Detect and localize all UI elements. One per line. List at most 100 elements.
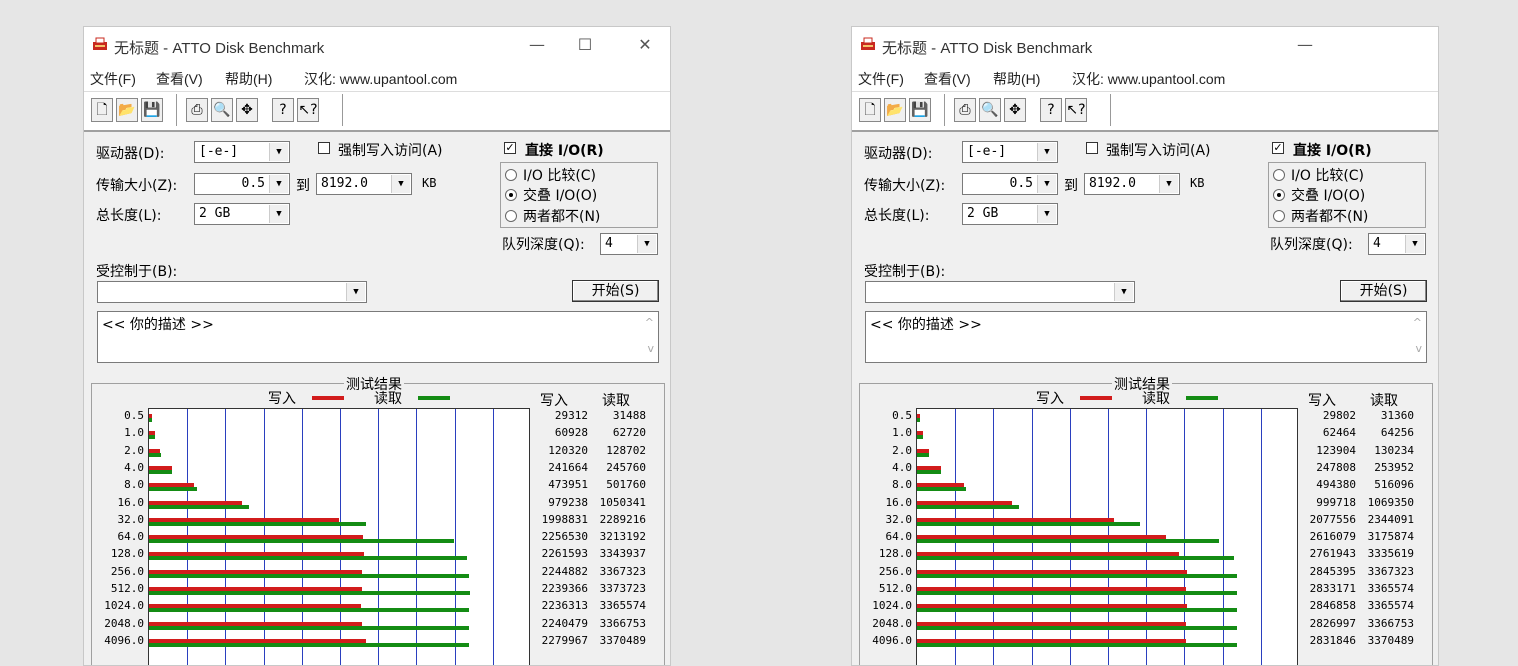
- legend-write-label: 写入: [268, 391, 296, 407]
- description-textarea[interactable]: << 你的描述 >> ^ v: [97, 311, 659, 363]
- open-folder-icon[interactable]: 📂: [116, 98, 138, 122]
- y-tick-label: 8.0: [124, 478, 144, 492]
- save-icon[interactable]: 💾: [909, 98, 931, 122]
- y-tick-label: 4096.0: [104, 633, 144, 647]
- total-length-select[interactable]: 2 GB ▼: [194, 203, 290, 225]
- write-value: 60928: [554, 426, 588, 440]
- queue-depth-select[interactable]: 4 ▼: [600, 233, 658, 255]
- total-length-value: 2 GB: [199, 206, 231, 221]
- help-icon[interactable]: ?: [272, 98, 294, 122]
- transfer-to-select[interactable]: 8192.0 ▼: [1084, 173, 1180, 195]
- context-help-icon[interactable]: ↖?: [297, 98, 319, 122]
- read-value: 3343937: [599, 547, 646, 561]
- radio-io-compare[interactable]: [1273, 169, 1285, 181]
- toolbar-group-tools: ⎙ 🔍 ✥ ? ↖?: [950, 94, 1111, 126]
- drive-select[interactable]: [-e-] ▼: [194, 141, 290, 163]
- bar-read: [917, 418, 920, 422]
- print-icon[interactable]: ⎙: [954, 98, 976, 122]
- controlled-by-label: 受控制于(B):: [864, 264, 946, 280]
- menu-view[interactable]: 查看(V): [924, 69, 971, 89]
- menu-file[interactable]: 文件(F): [90, 69, 136, 89]
- radio-io-compare[interactable]: [505, 169, 517, 181]
- maximize-button[interactable]: ☐: [562, 31, 608, 59]
- bar-read: [149, 504, 249, 509]
- chevron-down-icon: ▼: [1037, 205, 1056, 223]
- start-button[interactable]: 开始(S): [1340, 280, 1427, 302]
- read-value: 245760: [606, 460, 646, 474]
- scroll-down-icon[interactable]: v: [1415, 342, 1422, 355]
- title-bar[interactable]: 无标题 - ATTO Disk Benchmark —: [852, 27, 1438, 63]
- transfer-from-select[interactable]: 0.5 ▼: [962, 173, 1058, 195]
- menu-localization[interactable]: 汉化: www.upantool.com: [304, 69, 457, 89]
- write-value: 241664: [548, 460, 588, 474]
- start-button[interactable]: 开始(S): [572, 280, 659, 302]
- transfer-from-select[interactable]: 0.5 ▼: [194, 173, 290, 195]
- radio-overlapped-io[interactable]: [1273, 189, 1285, 201]
- print-preview-icon[interactable]: 🔍: [979, 98, 1001, 122]
- help-icon[interactable]: ?: [1040, 98, 1062, 122]
- force-write-checkbox[interactable]: [318, 142, 330, 154]
- chevron-down-icon: ▼: [1405, 235, 1424, 253]
- read-value: 3365574: [1367, 582, 1414, 595]
- menu-view[interactable]: 查看(V): [156, 69, 203, 89]
- menu-localization[interactable]: 汉化: www.upantool.com: [1072, 69, 1225, 89]
- read-value: 128702: [606, 443, 646, 457]
- scroll-up-icon[interactable]: ^: [645, 316, 654, 329]
- radio-overlapped-io[interactable]: [505, 189, 517, 201]
- save-icon[interactable]: 💾: [141, 98, 163, 122]
- direct-io-checkbox[interactable]: ✓: [504, 142, 516, 154]
- minimize-button[interactable]: —: [514, 31, 560, 59]
- title-bar[interactable]: 无标题 - ATTO Disk Benchmark — ☐ ✕: [84, 27, 670, 63]
- bar-read: [917, 573, 1237, 578]
- read-value: 3365574: [599, 599, 646, 613]
- controlled-by-select[interactable]: ▼: [865, 281, 1135, 303]
- bar-read: [149, 625, 469, 630]
- read-value: 3367323: [599, 564, 646, 578]
- print-icon[interactable]: ⎙: [186, 98, 208, 122]
- scroll-down-icon[interactable]: v: [647, 342, 654, 355]
- drive-select[interactable]: [-e-] ▼: [962, 141, 1058, 163]
- new-file-icon[interactable]: 🗋: [91, 98, 113, 122]
- radio-neither[interactable]: [1273, 210, 1285, 222]
- bar-read: [917, 625, 1237, 630]
- radio-neither[interactable]: [505, 210, 517, 222]
- write-value: 2256530: [541, 530, 588, 544]
- write-value: 247808: [1316, 460, 1356, 474]
- read-value: 3335619: [1367, 547, 1414, 561]
- scroll-up-icon[interactable]: ^: [1413, 316, 1422, 329]
- legend-write-swatch: [1080, 396, 1112, 400]
- toolbar-group-tools: ⎙ 🔍 ✥ ? ↖?: [182, 94, 343, 126]
- open-folder-icon[interactable]: 📂: [884, 98, 906, 122]
- force-write-checkbox[interactable]: [1086, 142, 1098, 154]
- move-icon[interactable]: ✥: [236, 98, 258, 122]
- menu-file[interactable]: 文件(F): [858, 69, 904, 89]
- queue-depth-select[interactable]: 4 ▼: [1368, 233, 1426, 255]
- description-textarea[interactable]: << 你的描述 >> ^ v: [865, 311, 1427, 363]
- bar-read: [149, 591, 470, 595]
- legend-write-swatch: [312, 396, 344, 400]
- write-value: 123904: [1316, 443, 1356, 457]
- transfer-to-select[interactable]: 8192.0 ▼: [316, 173, 412, 195]
- context-help-icon[interactable]: ↖?: [1065, 98, 1087, 122]
- move-icon[interactable]: ✥: [1004, 98, 1026, 122]
- menu-help[interactable]: 帮助(H): [225, 69, 272, 89]
- bar-read: [149, 608, 469, 613]
- close-button[interactable]: ✕: [622, 31, 668, 59]
- bar-read: [149, 469, 173, 474]
- controlled-by-select[interactable]: ▼: [97, 281, 367, 303]
- print-preview-icon[interactable]: 🔍: [211, 98, 233, 122]
- minimize-button[interactable]: —: [1282, 31, 1328, 59]
- y-tick-label: 2048.0: [104, 616, 144, 630]
- write-value: 2831846: [1309, 633, 1356, 647]
- description-text: << 你的描述 >>: [102, 317, 214, 333]
- new-file-icon[interactable]: 🗋: [859, 98, 881, 122]
- total-length-value: 2 GB: [967, 206, 999, 221]
- direct-io-checkbox[interactable]: ✓: [1272, 142, 1284, 154]
- write-value: 29312: [554, 409, 588, 422]
- bar-read: [917, 539, 1219, 544]
- write-value: 999718: [1316, 495, 1356, 509]
- column-write-header: 写入: [540, 393, 568, 409]
- menu-help[interactable]: 帮助(H): [993, 69, 1040, 89]
- read-value: 3213192: [599, 530, 646, 544]
- total-length-select[interactable]: 2 GB ▼: [962, 203, 1058, 225]
